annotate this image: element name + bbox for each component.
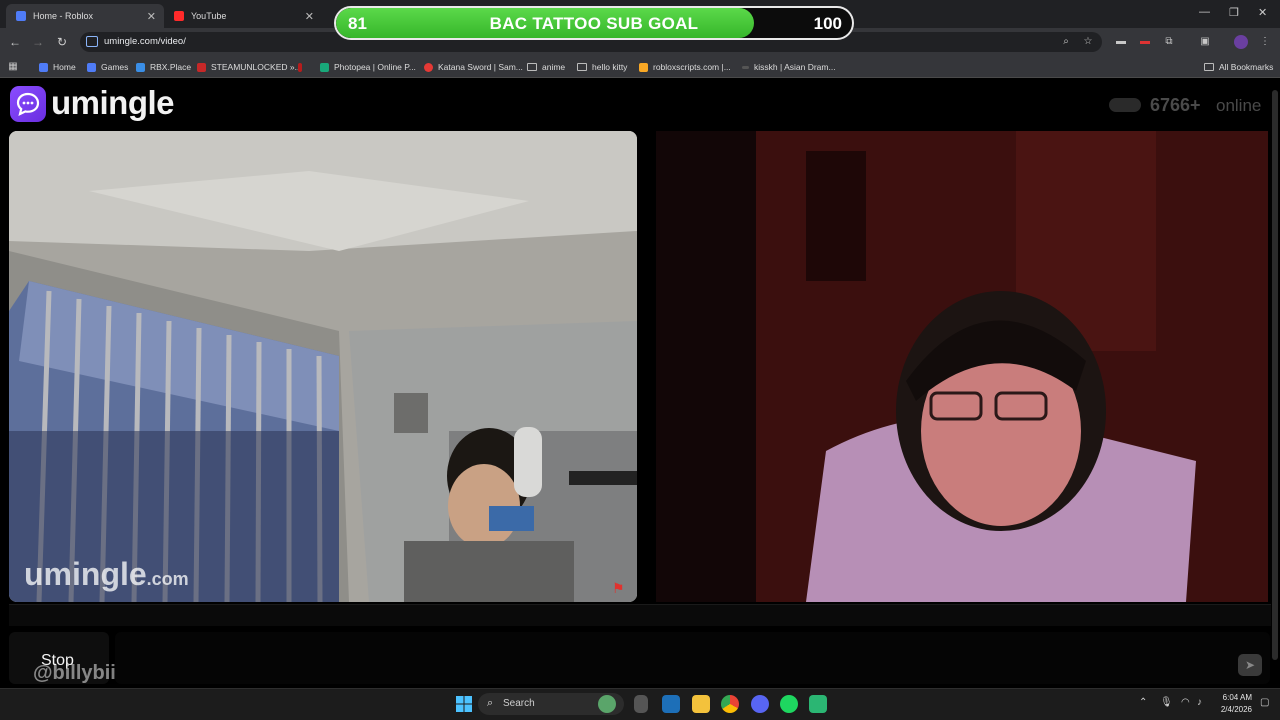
katana-icon (424, 62, 433, 72)
folder-icon (527, 63, 537, 71)
windows-start-icon[interactable] (455, 695, 473, 713)
bookmark-star-icon[interactable]: ☆ (1081, 35, 1095, 49)
local-video-image (9, 131, 637, 602)
send-icon[interactable]: ➤ (1238, 654, 1262, 676)
status-bar (9, 604, 1271, 626)
bookmark-anime[interactable]: anime (527, 60, 565, 74)
side-panel-icon[interactable]: ▣ (1198, 35, 1212, 49)
page-scrollbar[interactable] (1272, 90, 1278, 660)
bookmark-katana[interactable]: Katana Sword | Sam... (424, 60, 523, 74)
umingle-watermark: umingle.com (24, 556, 189, 592)
kisskh-icon (742, 65, 749, 69)
remote-video-feed (656, 131, 1268, 602)
bookmark-unnamed[interactable] (298, 60, 307, 74)
message-input[interactable] (115, 632, 1270, 684)
bookmark-steamunlocked[interactable]: STEAMUNLOCKED »... (197, 60, 302, 74)
close-tab-icon[interactable]: ✕ (147, 10, 156, 23)
local-video-feed (9, 131, 637, 602)
tab-roblox[interactable]: Home - Roblox ✕ (6, 4, 164, 28)
all-bookmarks[interactable]: All Bookmarks (1204, 60, 1273, 74)
umingle-logo-icon[interactable] (10, 86, 46, 122)
bookmark-games[interactable]: Games (87, 60, 128, 74)
robloxscripts-icon (639, 62, 648, 72)
bookmark-kisskh[interactable]: kisskh | Asian Dram... (742, 60, 836, 74)
tab-title: Home - Roblox (33, 11, 94, 21)
microphone-icon[interactable]: 🎙 (1160, 697, 1173, 708)
reload-icon[interactable]: ↻ (54, 34, 70, 50)
tab-title: YouTube (191, 11, 227, 21)
tab-youtube[interactable]: YouTube ✕ (164, 4, 322, 28)
streaming-app-icon[interactable] (809, 695, 827, 713)
steamunlocked-icon (197, 62, 206, 72)
online-indicator-toggle (1109, 98, 1141, 112)
folder-icon (577, 63, 587, 71)
roblox-icon (87, 62, 96, 72)
folder-icon (1204, 63, 1214, 71)
minimize-icon[interactable]: — (1199, 6, 1210, 18)
apps-grid-icon[interactable]: ▦ (6, 60, 20, 74)
discord-icon[interactable] (751, 695, 769, 713)
rbxplace-icon (136, 62, 145, 72)
profile-avatar-icon[interactable] (1234, 35, 1248, 49)
spotify-icon[interactable] (780, 695, 798, 713)
store-app-icon[interactable] (662, 695, 680, 713)
bookmark-red-icon (298, 62, 302, 72)
maximize-icon[interactable]: ❐ (1229, 6, 1239, 19)
url-text[interactable]: umingle.com/video/ (104, 36, 186, 47)
bookmark-home[interactable]: Home (39, 60, 76, 74)
report-flag-icon[interactable]: ⚑ (612, 580, 628, 596)
forward-icon[interactable]: → (30, 34, 46, 50)
sub-goal-title: BAC TATTOO SUB GOAL (489, 14, 699, 33)
volume-icon[interactable]: ♪ (1197, 697, 1202, 708)
roblox-icon (39, 62, 48, 72)
chat-bubble-icon (16, 92, 40, 116)
bookmark-hello-kitty[interactable]: hello kitty (577, 60, 627, 74)
sub-goal-bar: 81 BAC TATTOO SUB GOAL 100 (334, 6, 854, 40)
mouse-app-icon[interactable] (634, 695, 648, 713)
notifications-icon[interactable]: ▢ (1260, 697, 1269, 708)
close-tab-icon[interactable]: ✕ (305, 10, 314, 23)
bookmark-robloxscripts[interactable]: robloxscripts.com |... (639, 60, 731, 74)
photopea-icon (320, 62, 329, 72)
tray-chevron-up-icon[interactable]: ⌃ (1139, 697, 1147, 708)
extensions-puzzle-icon[interactable]: ⧉ (1162, 35, 1176, 49)
taskbar-search-label: Search (503, 698, 535, 709)
bookmark-photopea[interactable]: Photopea | Online P... (320, 60, 416, 74)
taskbar-date[interactable]: 2/4/2026 (1210, 705, 1252, 714)
taskbar-time[interactable]: 6:04 AM (1220, 693, 1252, 702)
roblox-favicon-icon (16, 11, 26, 21)
umingle-logo-text[interactable]: umingle (51, 84, 175, 122)
extension-icon[interactable]: ▬ (1114, 35, 1128, 49)
remote-video-image (656, 131, 1268, 602)
youtube-favicon-icon (174, 11, 184, 21)
bookmark-rbxplace[interactable]: RBX.Place (136, 60, 191, 74)
extension-red-icon[interactable]: ▬ (1138, 35, 1152, 49)
file-explorer-icon[interactable] (692, 695, 710, 713)
online-count: 6766+ (1150, 95, 1201, 115)
sub-goal-target: 100 (813, 14, 842, 33)
wifi-icon[interactable]: ◠ (1181, 697, 1190, 708)
zoom-icon[interactable]: ⌕ (1059, 35, 1073, 49)
menu-kebab-icon[interactable]: ⋮ (1258, 35, 1272, 49)
site-info-icon[interactable] (86, 36, 98, 47)
back-icon[interactable]: ← (7, 34, 23, 50)
close-window-icon[interactable]: ✕ (1258, 6, 1267, 19)
search-icon: ⌕ (487, 697, 494, 709)
online-label: online (1216, 96, 1262, 115)
search-highlight-icon[interactable] (598, 695, 616, 713)
chrome-icon[interactable] (721, 695, 739, 713)
